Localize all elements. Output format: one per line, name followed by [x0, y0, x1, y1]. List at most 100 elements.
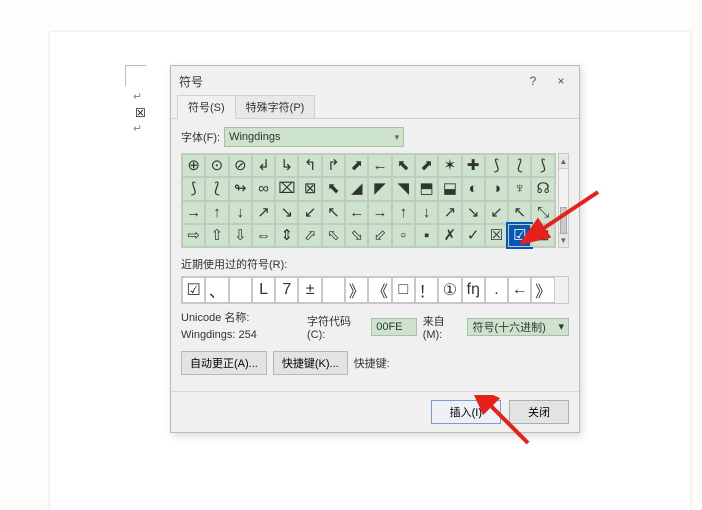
symbol-cell[interactable]: ↬: [229, 177, 252, 200]
symbol-cell[interactable]: ✚: [462, 154, 485, 177]
char-code-input[interactable]: 00FE: [371, 318, 416, 336]
symbol-cell[interactable]: ✶: [438, 154, 461, 177]
symbol-cell[interactable]: ↙: [298, 201, 321, 224]
recent-symbol[interactable]: .: [485, 277, 508, 303]
recent-symbol[interactable]: L: [252, 277, 275, 303]
symbol-cell[interactable]: ↙: [485, 201, 508, 224]
symbol-cell[interactable]: ←: [368, 154, 391, 177]
recent-symbol[interactable]: 》: [345, 277, 368, 303]
symbol-cell[interactable]: ♆: [508, 177, 531, 200]
close-icon[interactable]: ×: [547, 70, 575, 92]
titlebar[interactable]: 符号 ? ×: [171, 66, 579, 96]
symbol-cell[interactable]: ↳: [275, 154, 298, 177]
tab-symbols[interactable]: 符号(S): [177, 95, 236, 119]
from-select[interactable]: 符号(十六进制) ▾: [467, 318, 569, 336]
symbol-cell[interactable]: ⇧: [205, 224, 228, 247]
autocorrect-button[interactable]: 自动更正(A)...: [181, 351, 267, 375]
symbol-cell[interactable]: ∞: [252, 177, 275, 200]
symbol-cell[interactable]: ⇔: [252, 224, 275, 247]
symbol-cell[interactable]: ⊙: [205, 154, 228, 177]
symbol-cell[interactable]: ↑: [392, 201, 415, 224]
symbol-cell[interactable]: ⇕: [275, 224, 298, 247]
recent-symbol[interactable]: 《: [368, 277, 391, 303]
font-select[interactable]: Wingdings ▾: [224, 127, 404, 147]
symbol-cell[interactable]: ⟅: [508, 154, 531, 177]
symbol-cell[interactable]: ◢: [345, 177, 368, 200]
symbol-cell[interactable]: ↓: [229, 201, 252, 224]
symbol-cell[interactable]: ◑: [485, 177, 508, 200]
symbol-cell[interactable]: ✗: [438, 224, 461, 247]
recent-symbol[interactable]: [322, 277, 345, 303]
recent-symbol[interactable]: ①: [438, 277, 461, 303]
symbol-cell[interactable]: ↖: [508, 201, 531, 224]
symbol-cell[interactable]: ⬁: [322, 224, 345, 247]
scroll-up-icon[interactable]: ▲: [559, 154, 568, 169]
symbol-cell[interactable]: ⌧: [275, 177, 298, 200]
symbol-cell[interactable]: ↑: [205, 201, 228, 224]
symbol-cell[interactable]: ◤: [368, 177, 391, 200]
help-button[interactable]: ?: [519, 70, 547, 92]
symbol-cell[interactable]: →: [368, 201, 391, 224]
insert-button[interactable]: 插入(I): [431, 400, 501, 424]
symbol-cell[interactable]: ✓: [462, 224, 485, 247]
close-button[interactable]: 关闭: [509, 400, 569, 424]
symbol-cell[interactable]: ↘: [462, 201, 485, 224]
scroll-down-icon[interactable]: ▼: [559, 232, 568, 247]
symbol-cell[interactable]: ⊘: [229, 154, 252, 177]
recent-symbol[interactable]: □: [392, 277, 415, 303]
recent-symbol[interactable]: 7: [275, 277, 298, 303]
shortcut-key-button[interactable]: 快捷键(K)...: [273, 351, 348, 375]
recent-label: 近期使用过的符号(R):: [181, 256, 569, 272]
symbol-cell[interactable]: ⤡: [531, 201, 554, 224]
symbol-cell[interactable]: ⇩: [229, 224, 252, 247]
symbol-cell[interactable]: ⬈: [345, 154, 368, 177]
symbol-cell[interactable]: ⬉: [322, 177, 345, 200]
symbol-cell[interactable]: ↗: [252, 201, 275, 224]
tab-special-chars[interactable]: 特殊字符(P): [235, 95, 316, 118]
recent-symbol[interactable]: fŋ: [462, 277, 485, 303]
symbol-cell[interactable]: ◐: [462, 177, 485, 200]
symbol-cell[interactable]: ⊠: [298, 177, 321, 200]
symbol-cell[interactable]: ⬒: [415, 177, 438, 200]
symbol-cell[interactable]: ⟆: [485, 154, 508, 177]
symbol-cell[interactable]: ⬂: [345, 224, 368, 247]
symbol-cell[interactable]: ☊: [531, 177, 554, 200]
symbol-cell[interactable]: ←: [345, 201, 368, 224]
symbol-cell[interactable]: ⊕: [182, 154, 205, 177]
recent-symbol[interactable]: 、: [205, 277, 228, 303]
paragraph-mark: ↵: [133, 90, 142, 103]
symbol-cell[interactable]: ↖: [322, 201, 345, 224]
symbol-cell[interactable]: ⬓: [438, 177, 461, 200]
scrollbar[interactable]: ▲ ▼: [558, 153, 569, 248]
symbol-cell[interactable]: ◥: [392, 177, 415, 200]
symbol-cell[interactable]: ⟆: [182, 177, 205, 200]
symbol-cell[interactable]: ↗: [438, 201, 461, 224]
symbol-cell[interactable]: ⊞: [531, 224, 554, 247]
scroll-thumb[interactable]: [560, 207, 567, 234]
symbol-cell[interactable]: ⬃: [368, 224, 391, 247]
unicode-name-label: Unicode 名称:: [181, 310, 301, 327]
recent-symbol[interactable]: ←: [508, 277, 531, 303]
symbol-cell[interactable]: ⬀: [298, 224, 321, 247]
symbol-cell[interactable]: ⟅: [205, 177, 228, 200]
recent-symbol[interactable]: ☑: [182, 277, 205, 303]
symbol-cell[interactable]: ↓: [415, 201, 438, 224]
symbol-cell[interactable]: ⇨: [182, 224, 205, 247]
symbol-cell[interactable]: ☒: [485, 224, 508, 247]
symbol-cell[interactable]: ☑: [508, 224, 531, 247]
recent-symbol[interactable]: 》: [531, 277, 554, 303]
recent-symbol[interactable]: ±: [298, 277, 321, 303]
symbol-cell[interactable]: ⬈: [415, 154, 438, 177]
scroll-track[interactable]: [559, 169, 568, 232]
symbol-cell[interactable]: ↲: [252, 154, 275, 177]
recent-symbol[interactable]: [229, 277, 252, 303]
symbol-cell[interactable]: ▫: [392, 224, 415, 247]
symbol-cell[interactable]: ↘: [275, 201, 298, 224]
symbol-cell[interactable]: ⬉: [392, 154, 415, 177]
symbol-cell[interactable]: ▪: [415, 224, 438, 247]
recent-symbol[interactable]: ！: [415, 277, 438, 303]
symbol-cell[interactable]: ↰: [298, 154, 321, 177]
symbol-cell[interactable]: ↱: [322, 154, 345, 177]
symbol-cell[interactable]: ⟆: [531, 154, 554, 177]
symbol-cell[interactable]: →: [182, 201, 205, 224]
